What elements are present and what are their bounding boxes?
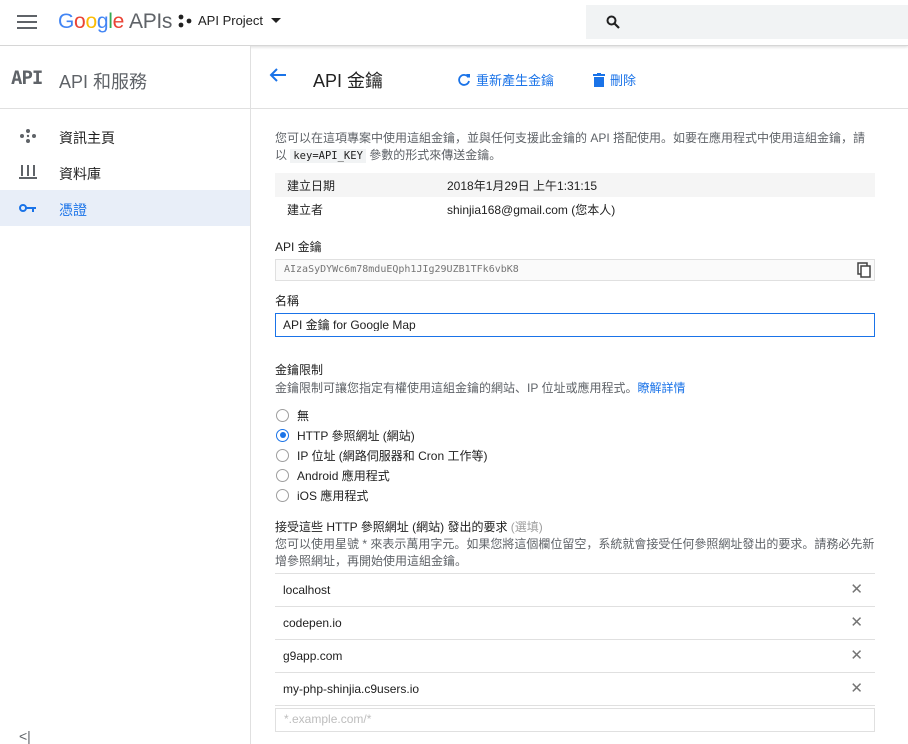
api-key-field[interactable]: AIzaSyDYWc6m78mduEQph1JIg29UZB1TFk6vbK8 [275,259,875,281]
radio-label: iOS 應用程式 [297,488,369,503]
radio-ip-addresses[interactable]: IP 位址 (網路伺服器和 Cron 工作等) [275,445,875,465]
sidebar-header: API API 和服務 [0,46,250,109]
list-item: g9app.com ✕ [275,640,875,673]
restriction-radio-group: 無 HTTP 參照網址 (網站) IP 位址 (網路伺服器和 Cron 工作等)… [275,405,875,505]
radio-label: HTTP 參照網址 (網站) [297,428,415,443]
sidebar-item-credentials[interactable]: 憑證 [0,190,250,226]
sidebar-item-dashboard[interactable]: 資訊主頁 [0,118,250,154]
search-icon [606,15,620,29]
main-panel: API 金鑰 重新產生金鑰 刪除 您可以在這項專案中使用這組金鑰，並與任何支援此… [251,46,908,744]
meta-value: 2018年1月29日 上午1:31:15 [447,178,598,193]
api-key-value: AIzaSyDYWc6m78mduEQph1JIg29UZB1TFk6vbK8 [284,264,519,275]
remove-close-icon[interactable]: ✕ [850,582,863,597]
logo-apis-text: APIs [128,10,173,33]
meta-key: 建立日期 [287,178,336,193]
referrer-value[interactable]: codepen.io [283,616,342,630]
radio-none[interactable]: 無 [275,405,875,425]
sidebar: API API 和服務 資訊主頁 資料庫 憑證 <| [0,46,251,744]
library-icon [19,165,37,179]
remove-close-icon[interactable]: ✕ [850,648,863,663]
list-item: codepen.io ✕ [275,607,875,640]
radio-button[interactable] [276,448,289,462]
trash-icon [593,72,605,87]
sidebar-item-label: 憑證 [59,202,87,218]
page-title: API 金鑰 [313,71,384,91]
google-apis-logo[interactable]: Google APIs [58,10,172,34]
radio-button[interactable] [276,408,289,422]
list-item: localhost ✕ [275,574,875,607]
key-usage-description: 您可以在這項專案中使用這組金鑰，並與任何支援此金鑰的 API 搭配使用。如要在應… [275,131,866,163]
radio-button[interactable] [276,488,289,502]
meta-key: 建立者 [287,202,324,217]
dashboard-icon [20,129,36,143]
learn-more-link[interactable]: 瞭解詳情 [637,381,685,395]
referrer-value[interactable]: my-php-shinjia.c9users.io [283,682,419,696]
optional-tag: (選填) [510,520,543,534]
regenerate-key-label: 重新產生金鑰 [476,73,555,88]
created-by-row: 建立者 shinjia168@gmail.com (您本人) [275,197,875,221]
radio-button[interactable] [276,468,289,482]
radio-label: Android 應用程式 [297,468,390,483]
radio-label: 無 [297,408,310,423]
key-metadata: 建立日期 2018年1月29日 上午1:31:15 建立者 shinjia168… [275,173,875,221]
referrer-section-title: 接受這些 HTTP 參照網址 (網站) 發出的要求 (選填) [275,520,543,534]
name-input[interactable] [283,317,863,331]
key-restriction-desc: 金鑰限制可讓您指定有權使用這組金鑰的網站、IP 位址或應用程式。瞭解詳情 [275,381,686,395]
api-badge-icon: API [11,67,43,89]
referrer-value[interactable]: localhost [283,583,330,597]
delete-label: 刪除 [610,73,637,88]
dropdown-arrow-icon [271,18,282,23]
key-param-code: key=API_KEY [290,149,366,163]
referrer-description: 您可以使用星號 * 來表示萬用字元。如果您將這個欄位留空，系統就會接受任何參照網… [275,537,875,568]
search-bar[interactable] [586,5,908,39]
back-arrow-icon[interactable] [269,67,287,83]
key-icon [19,204,36,212]
key-restriction-title: 金鑰限制 [275,363,324,377]
referrer-list: localhost ✕ codepen.io ✕ g9app.com ✕ my-php… [275,573,875,706]
sidebar-item-label: 資料庫 [59,166,101,182]
content-area: 您可以在這項專案中使用這組金鑰，並與任何支援此金鑰的 API 搭配使用。如要在應… [275,130,875,732]
radio-ios-apps[interactable]: iOS 應用程式 [275,485,875,505]
new-referrer-wrapper[interactable] [275,708,875,732]
api-key-label: API 金鑰 [275,240,322,254]
list-item: my-php-shinjia.c9users.io ✕ [275,673,875,706]
radio-button[interactable] [276,428,289,442]
new-referrer-input[interactable] [284,712,844,726]
sidebar-item-label: 資訊主頁 [59,130,115,146]
project-name: API Project [198,13,264,28]
meta-value: shinjia168@gmail.com (您本人) [447,202,616,217]
collapse-sidebar-icon[interactable]: <| [19,728,31,744]
radio-http-referrers[interactable]: HTTP 參照網址 (網站) [275,425,875,445]
copy-icon[interactable] [856,262,872,278]
refresh-icon [458,73,470,86]
top-app-bar: Google APIs API Project [0,0,908,46]
name-input-wrapper[interactable] [275,313,875,337]
remove-close-icon[interactable]: ✕ [850,615,863,630]
sidebar-nav: 資訊主頁 資料庫 憑證 [0,118,250,226]
logo-google-text: Google [58,10,124,33]
project-selector[interactable]: API Project [178,13,282,28]
name-label: 名稱 [275,294,300,308]
delete-button[interactable]: 刪除 [593,70,636,89]
page-header: API 金鑰 重新產生金鑰 刪除 [251,46,908,109]
created-date-row: 建立日期 2018年1月29日 上午1:31:15 [275,173,875,197]
project-hierarchy-icon [178,14,192,27]
regenerate-key-button[interactable]: 重新產生金鑰 [457,70,554,89]
referrer-value[interactable]: g9app.com [283,649,342,663]
sidebar-item-library[interactable]: 資料庫 [0,154,250,190]
radio-android-apps[interactable]: Android 應用程式 [275,465,875,485]
menu-icon[interactable] [17,15,37,29]
radio-label: IP 位址 (網路伺服器和 Cron 工作等) [297,448,488,463]
remove-close-icon[interactable]: ✕ [850,681,863,696]
sidebar-title: API 和服務 [59,72,148,92]
